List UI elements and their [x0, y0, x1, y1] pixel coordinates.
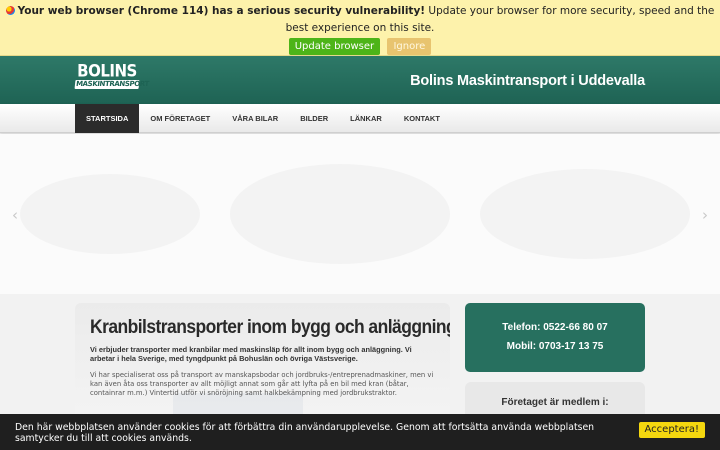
slider-image-faded [230, 164, 450, 264]
cookie-text: Den här webbplatsen använder cookies för… [15, 422, 595, 444]
main-nav: STARTSIDA OM FÖRETAGET VÅRA BILAR BILDER… [0, 104, 720, 133]
slider-next-arrow-icon[interactable]: › [702, 206, 708, 224]
nav-item-startsida[interactable]: STARTSIDA [75, 104, 140, 133]
contact-box: Telefon: 0522-66 80 07 Mobil: 0703-17 13… [465, 303, 645, 372]
nav-item-om-foretaget[interactable]: OM FÖRETAGET [139, 104, 221, 133]
nav-item-kontakt[interactable]: KONTAKT [393, 104, 451, 133]
membership-heading: Företaget är medlem i: [501, 397, 609, 408]
site-header: BOLINS MASKINTRANSPORT Bolins Maskintran… [0, 56, 720, 104]
page-heading: Kranbilstransporter inom bygg och anlägg… [90, 317, 450, 338]
image-slider: ‹ › [0, 134, 720, 294]
nav-item-bilder[interactable]: BILDER [289, 104, 339, 133]
slider-prev-arrow-icon[interactable]: ‹ [12, 206, 18, 224]
intro-lead-text: Vi erbjuder transporter med kranbilar me… [90, 345, 412, 364]
cookie-accept-button[interactable]: Acceptera! [638, 422, 705, 438]
cookie-banner: Den här webbplatsen använder cookies för… [0, 414, 720, 450]
phone-number[interactable]: Telefon: 0522-66 80 07 [465, 318, 645, 337]
slider-image-faded [480, 169, 690, 259]
nav-item-vara-bilar[interactable]: VÅRA BILAR [221, 104, 289, 133]
slider-image-faded [20, 174, 200, 254]
browser-update-bar: Your web browser (Chrome 114) has a seri… [0, 0, 720, 56]
site-logo[interactable]: BOLINS MASKINTRANSPORT [74, 61, 150, 99]
ignore-button[interactable]: Ignore [387, 37, 432, 55]
nav-item-lankar[interactable]: LÄNKAR [339, 104, 393, 133]
update-browser-button[interactable]: Update browser [288, 37, 381, 55]
browser-update-message: Your web browser (Chrome 114) has a seri… [0, 3, 720, 37]
logo-text-top: BOLINS [77, 61, 137, 81]
intro-body-text: Vi har specialiserat oss på transport av… [90, 370, 434, 398]
logo-text-bottom: MASKINTRANSPORT [74, 80, 150, 89]
mobile-number[interactable]: Mobil: 0703-17 13 75 [465, 337, 645, 356]
browser-icon [5, 6, 15, 15]
site-title: Bolins Maskintransport i Uddevalla [410, 73, 645, 89]
update-warning-bold: Your web browser (Chrome 114) has a seri… [17, 5, 426, 17]
